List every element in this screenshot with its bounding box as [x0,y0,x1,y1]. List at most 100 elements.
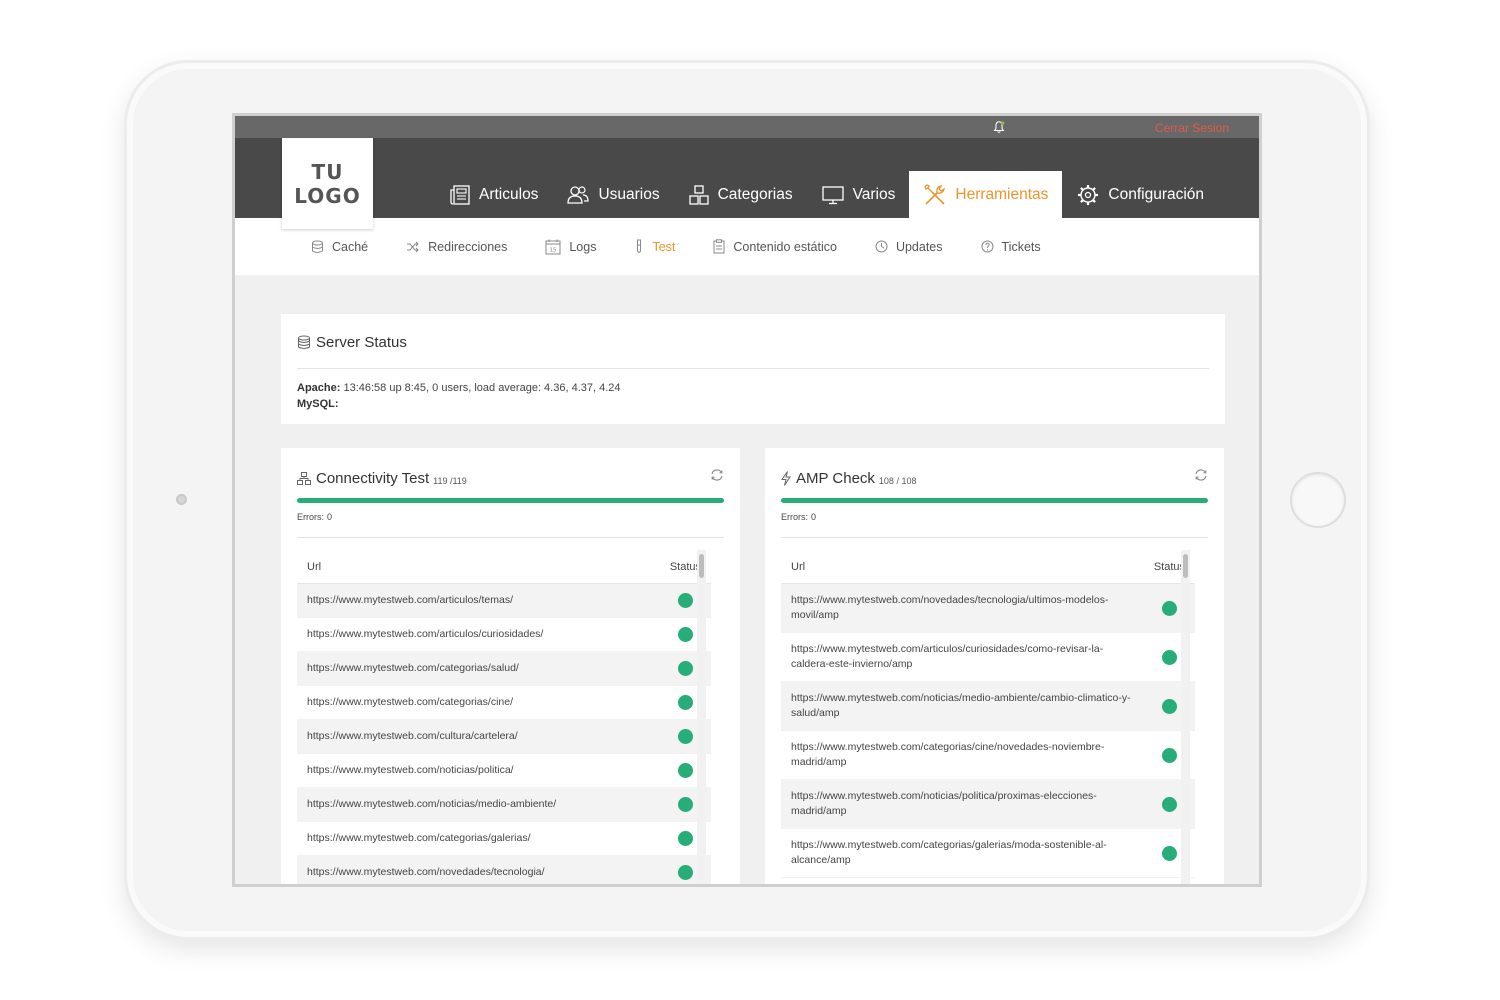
table-row[interactable]: https://www.mytestweb.com/noticias/medio… [781,682,1195,731]
subnav-label-test: Test [652,239,676,254]
row-url[interactable]: https://www.mytestweb.com/novedades/tecn… [791,593,1162,623]
logo-text-line1: TU [311,159,344,184]
table-row[interactable]: https://www.mytestweb.com/articulos/tema… [297,584,711,618]
refresh-icon[interactable] [710,468,724,482]
row-url[interactable]: https://www.mytestweb.com/novedades/tecn… [307,865,569,880]
table-row[interactable]: https://www.mytestweb.com/categorias/gal… [297,822,711,856]
row-url[interactable]: https://www.mytestweb.com/noticias/medio… [791,691,1162,721]
table-row[interactable]: https://www.mytestweb.com/novedades/tecn… [781,584,1195,633]
status-ok-indicator [1162,796,1177,812]
boxes-icon [688,184,709,205]
table-row[interactable]: https://www.mytestweb.com/categorias/cin… [781,731,1195,780]
row-url[interactable]: https://www.mytestweb.com/categorias/cin… [791,740,1162,770]
table-row[interactable]: https://www.mytestweb.com/articulos/curi… [781,633,1195,682]
subnav-label-updates: Updates [895,239,943,254]
nav-item-usuarios[interactable]: Usuarios [552,171,673,218]
scroll-thumb[interactable] [699,554,704,578]
nav-item-herramientas[interactable]: Herramientas [909,171,1063,218]
connectivity-rows: https://www.mytestweb.com/articulos/tema… [297,584,711,884]
row-url[interactable]: https://www.mytestweb.com/cultura/cartel… [307,729,542,744]
status-ok-indicator [1162,649,1177,665]
subnav-item-cache[interactable]: Caché [311,240,368,254]
server-status-title-text: Server Status [316,334,407,351]
nav-item-varios[interactable]: Varios [807,171,910,218]
column-header-url[interactable]: Url [307,561,321,573]
amp-check-card: AMP Check 108 / 108 Errors: 0 Url Status … [765,448,1224,884]
scroll-thumb[interactable] [1183,554,1188,578]
nav-label-configuracion: Configuración [1108,185,1205,203]
row-url[interactable]: https://www.mytestweb.com/categorias/cin… [307,695,537,710]
logout-link[interactable]: Cerrar Sesion [1155,121,1229,135]
table-row[interactable]: https://www.mytestweb.com/noticias/medio… [297,788,711,822]
table-row[interactable]: https://www.mytestweb.com/cultura/cartel… [297,720,711,754]
refresh-icon[interactable] [1194,468,1208,482]
logo[interactable]: TU LOGO [282,138,373,229]
database-icon [312,240,323,253]
row-url[interactable]: https://www.mytestweb.com/articulos/tema… [307,593,537,608]
row-url[interactable]: https://www.mytestweb.com/noticias/polit… [307,763,538,778]
nav-label-articulos: Articulos [479,185,539,203]
calendar-icon: 15 [545,239,561,254]
subnav-item-logs[interactable]: 15 Logs [545,239,596,255]
subnav-item-updates[interactable]: Updates [875,240,943,254]
status-ok-indicator [678,729,693,744]
nav-item-configuracion[interactable]: Configuración [1062,171,1218,218]
divider [297,368,1209,369]
row-url[interactable]: https://www.mytestweb.com/noticias/medio… [307,797,580,812]
connectivity-progress-bar [297,498,724,503]
table-row[interactable]: https://www.mytestweb.com/articulos/curi… [297,618,711,652]
row-url[interactable]: https://www.mytestweb.com/categorias/gal… [791,838,1162,868]
table-row[interactable]: https://www.mytestweb.com/categorias/sal… [297,652,711,686]
server-status-title: Server Status [297,334,407,351]
status-ok-indicator [1162,747,1177,763]
nav-item-articulos[interactable]: Articulos [435,171,552,218]
table-row[interactable]: https://www.mytestweb.com/categorias/gal… [781,829,1195,878]
screen: Cerrar Sesion TU LOGO Articulos Usuarios… [232,113,1262,887]
subnav-item-tickets[interactable]: Tickets [981,240,1041,254]
tools-icon [924,183,946,205]
bell-icon[interactable] [992,120,1006,134]
subnav-label-redirecciones: Redirecciones [428,239,508,254]
table-row[interactable]: https://www.mytestweb.com/noticias/polit… [297,754,711,788]
row-url[interactable]: https://www.mytestweb.com/articulos/curi… [307,627,567,642]
apache-line: Apache: 13:46:58 up 8:45, 0 users, load … [297,380,621,396]
scrollbar[interactable] [697,550,706,884]
svg-text:15: 15 [550,247,557,253]
errors-value: 0 [327,512,333,522]
users-icon [567,185,590,204]
home-button [1290,472,1346,528]
status-ok-indicator [678,661,693,676]
row-url[interactable]: https://www.mytestweb.com/articulos/curi… [791,642,1162,672]
row-url[interactable]: https://www.mytestweb.com/categorias/gal… [307,831,555,846]
nav-item-categorias[interactable]: Categorias [674,171,807,218]
subnav-item-contenido-estatico[interactable]: Contenido estático [713,239,837,254]
subnav-item-redirecciones[interactable]: Redirecciones [406,240,507,254]
database-icon [298,335,310,349]
status-ok-indicator [1162,698,1177,714]
divider [781,537,1208,538]
connectivity-title: Connectivity Test 119 /119 [297,470,467,487]
connectivity-errors: Errors: 0 [297,512,332,522]
sitemap-icon [297,472,311,485]
row-url[interactable]: https://www.mytestweb.com/noticias/polit… [791,789,1162,819]
status-ok-indicator [678,865,693,880]
subnav-item-test[interactable]: Test [634,239,675,254]
status-ok-indicator [678,627,693,642]
gear-icon [1078,184,1099,205]
row-url[interactable]: https://www.mytestweb.com/categorias/sal… [307,661,543,676]
status-ok-indicator [1162,600,1177,616]
table-row[interactable]: https://www.mytestweb.com/noticias/polit… [781,780,1195,829]
nav-label-categorias: Categorias [717,185,793,203]
table-row[interactable]: https://www.mytestweb.com/novedades/tecn… [297,856,711,884]
connectivity-title-text: Connectivity Test [316,470,430,487]
newspaper-icon [450,184,470,205]
scrollbar[interactable] [1181,550,1190,884]
column-header-url[interactable]: Url [791,561,805,573]
errors-label: Errors: [297,512,324,522]
errors-label: Errors: [781,512,808,522]
mysql-label: MySQL: [297,398,339,410]
status-ok-indicator [1162,845,1177,861]
table-row[interactable]: https://www.mytestweb.com/categorias/cin… [297,686,711,720]
camera-icon [176,494,187,505]
nav-label-varios: Varios [852,185,896,203]
